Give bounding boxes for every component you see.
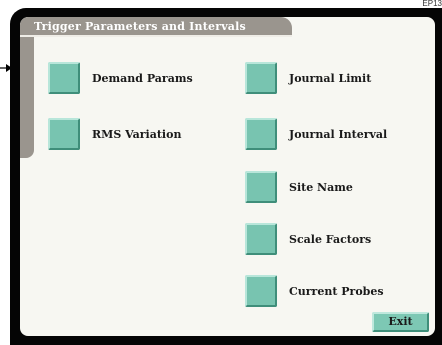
- title-tab: Trigger Parameters and Intervals: [20, 17, 292, 37]
- button-label: Site Name: [289, 180, 353, 194]
- button-label: Current Probes: [289, 284, 384, 298]
- screen: Trigger Parameters and Intervals Demand …: [20, 17, 435, 336]
- journal-interval-button[interactable]: Journal Interval: [245, 118, 387, 150]
- exit-button[interactable]: Exit: [372, 312, 429, 332]
- button-label: RMS Variation: [92, 127, 182, 141]
- site-name-button[interactable]: Site Name: [245, 171, 353, 203]
- button-square-icon: [245, 275, 277, 307]
- rms-variation-button[interactable]: RMS Variation: [48, 118, 181, 150]
- demand-params-button[interactable]: Demand Params: [48, 62, 193, 94]
- button-label: Scale Factors: [289, 232, 372, 246]
- button-square-icon: [245, 171, 277, 203]
- button-square-icon: [245, 118, 277, 150]
- button-square-icon: [48, 62, 80, 94]
- button-square-icon: [245, 62, 277, 94]
- scale-factors-button[interactable]: Scale Factors: [245, 223, 371, 255]
- side-tab: [20, 31, 34, 158]
- screen-title: Trigger Parameters and Intervals: [34, 20, 246, 33]
- current-probes-button[interactable]: Current Probes: [245, 275, 384, 307]
- button-square-icon: [245, 223, 277, 255]
- button-square-icon: [48, 118, 80, 150]
- journal-limit-button[interactable]: Journal Limit: [245, 62, 371, 94]
- button-label: Demand Params: [92, 71, 193, 85]
- button-label: Journal Limit: [289, 71, 372, 85]
- button-label: Journal Interval: [289, 127, 388, 141]
- device-frame: Trigger Parameters and Intervals Demand …: [10, 8, 442, 345]
- figure-label: EP13: [422, 0, 442, 7]
